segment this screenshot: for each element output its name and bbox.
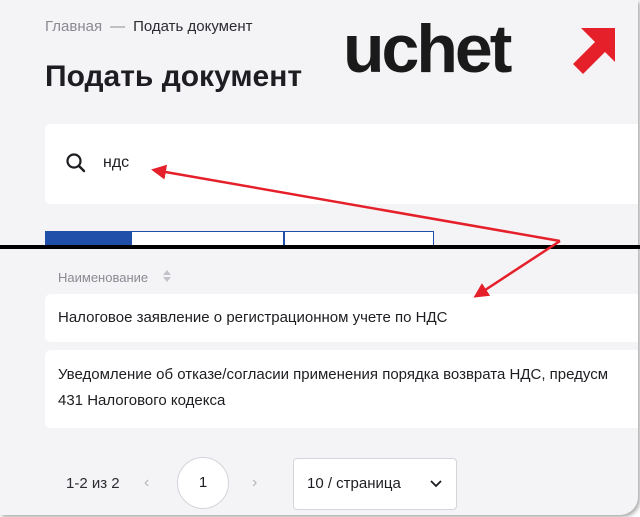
uchet-logo: uchet: [343, 14, 615, 80]
chevron-down-icon: [430, 480, 442, 488]
breadcrumb-home[interactable]: Главная: [45, 18, 102, 35]
page-size-value: 10 / страница: [307, 475, 401, 492]
page-title: Подать документ: [45, 60, 303, 93]
sort-icon[interactable]: [162, 268, 172, 284]
pagination-range: 1-2 из 2: [66, 475, 120, 492]
table-row[interactable]: Уведомление об отказе/согласии применени…: [45, 350, 638, 428]
table-row[interactable]: Налоговое заявление о регистрационном уч…: [45, 294, 638, 342]
search-box[interactable]: ндс: [45, 124, 638, 204]
page-size-select[interactable]: 10 / страница: [293, 458, 457, 510]
breadcrumb: Главная — Подать документ: [45, 18, 252, 35]
prev-page-button[interactable]: ‹: [144, 474, 149, 492]
search-icon: [66, 153, 86, 173]
column-header-name[interactable]: Наименование: [58, 270, 148, 285]
divider-line: [0, 245, 640, 249]
next-page-button[interactable]: ›: [252, 474, 257, 492]
app-window: Главная — Подать документ Подать документ …: [0, 0, 638, 515]
logo-text: uchet: [343, 14, 512, 80]
page-1-button[interactable]: 1: [177, 457, 229, 509]
breadcrumb-separator: —: [110, 18, 126, 35]
search-input[interactable]: ндс: [103, 154, 129, 172]
logo-arrow-icon: [573, 28, 615, 74]
breadcrumb-current: Подать документ: [133, 18, 253, 35]
